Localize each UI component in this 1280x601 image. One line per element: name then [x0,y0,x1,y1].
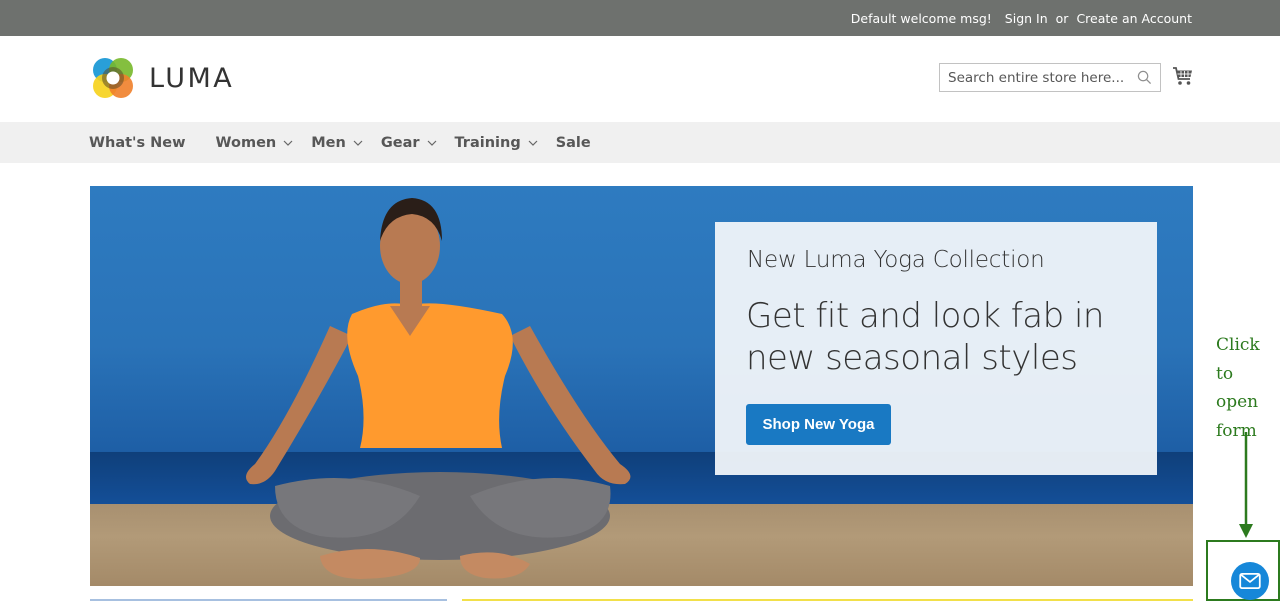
annotation-arrow-icon [1239,432,1253,538]
annotation-line: Click to [1216,335,1260,384]
promo-panel: New Luma Yoga Collection Get fit and loo… [715,222,1157,475]
nav-item-women[interactable]: Women [216,135,294,151]
search-icon[interactable] [1137,70,1152,85]
nav-item-sale[interactable]: Sale [556,135,591,151]
nav-label: Gear [380,134,420,151]
top-bar: Default welcome msg! Sign In or Create a… [0,0,1280,36]
shopping-cart-icon[interactable] [1172,65,1194,87]
luma-logo-icon [93,58,133,98]
shop-new-yoga-button[interactable]: Shop New Yoga [746,404,891,445]
logo-link[interactable]: LUMA [90,55,234,101]
logo-text: LUMA [149,62,235,94]
promo-headline: Get fit and look fab in new seasonal sty… [746,296,1104,378]
header-links: Default welcome msg! Sign In or Create a… [851,0,1192,36]
main-navigation: What's New Women Men Gear Training Sale [0,122,1280,163]
site-header: LUMA [0,36,1280,122]
search-input[interactable] [940,64,1130,91]
nav-label: What's New [89,134,186,151]
nav-label: Training [454,134,521,151]
search-box [939,63,1161,92]
welcome-message: Default welcome msg! [850,10,992,26]
chevron-down-icon [528,140,538,146]
nav-item-training[interactable]: Training [455,135,538,151]
chevron-down-icon [283,140,293,146]
nav-label: Sale [555,134,591,151]
sign-in-link[interactable]: Sign In [1005,11,1048,26]
nav-item-whats-new[interactable]: What's New [89,135,186,151]
annotation-text: Click to open form [1216,331,1280,445]
nav-label: Women [215,134,277,151]
chevron-down-icon [353,140,363,146]
or-separator: or [1055,10,1069,26]
hero-image-yoga-woman [246,198,631,579]
contact-form-button[interactable] [1231,562,1269,600]
hero-banner[interactable]: New Luma Yoga Collection Get fit and loo… [90,186,1193,586]
promo-subtitle: New Luma Yoga Collection [747,247,1045,273]
create-account-link[interactable]: Create an Account [1076,11,1192,26]
annotation-line: open [1216,392,1259,412]
envelope-icon [1239,573,1261,589]
nav-item-men[interactable]: Men [311,135,363,151]
nav-label: Men [311,134,346,151]
nav-item-gear[interactable]: Gear [381,135,437,151]
chevron-down-icon [427,140,436,146]
